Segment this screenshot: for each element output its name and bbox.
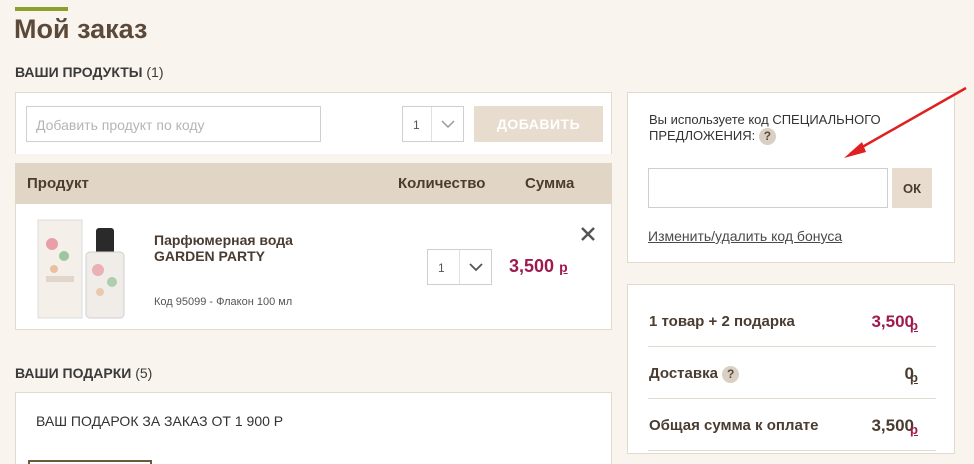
gifts-section-heading: ВАШИ ПОДАРКИ (5) (15, 365, 152, 381)
add-product-button[interactable]: ДОБАВИТЬ (474, 106, 603, 142)
products-section-heading: ВАШИ ПРОДУКТЫ (1) (15, 64, 164, 80)
product-qty-value: 1 (438, 261, 445, 275)
product-price-currency: р (559, 259, 568, 275)
products-section-title: ВАШИ ПРОДУКТЫ (15, 64, 143, 80)
product-image[interactable] (34, 214, 130, 322)
add-qty-value: 1 (413, 118, 420, 132)
title-accent-bar (15, 7, 68, 11)
summary-total-row: Общая сумма к оплате 3,500 р (648, 399, 936, 451)
product-row: Парфюмерная вода GARDEN PARTY Код 95099 … (15, 204, 612, 330)
promo-ok-button[interactable]: ОК (892, 168, 932, 208)
products-table-header: Продукт Количество Сумма (15, 163, 612, 204)
product-price-value: 3,500 (509, 256, 555, 276)
chevron-down-icon (431, 107, 463, 141)
help-icon[interactable]: ? (722, 365, 740, 383)
summary-delivery-label-wrap: Доставка ? (649, 365, 740, 383)
change-bonus-code-link[interactable]: Изменить/удалить код бонуса (648, 228, 842, 244)
summary-items-label: 1 товар + 2 подарка (649, 313, 795, 330)
col-sum: Сумма (525, 175, 575, 192)
promo-code-input[interactable] (648, 168, 888, 208)
page-title: Мой заказ (14, 14, 148, 44)
product-code: Код 95099 - Флакон 100 мл (154, 296, 293, 308)
add-product-code-input[interactable]: Добавить продукт по коду (26, 106, 321, 142)
summary-items-amount: 3,500 (871, 312, 914, 331)
products-count: (1) (146, 64, 164, 80)
add-product-panel: Добавить продукт по коду 1 ДОБАВИТЬ (15, 92, 612, 154)
summary-items-row: 1 товар + 2 подарка 3,500 р (648, 295, 936, 347)
product-name[interactable]: Парфюмерная вода GARDEN PARTY (154, 232, 354, 264)
product-qty-select[interactable]: 1 (427, 249, 492, 285)
gifts-section-title: ВАШИ ПОДАРКИ (15, 365, 132, 381)
summary-total-currency: р (910, 422, 918, 437)
add-qty-select[interactable]: 1 (402, 106, 464, 142)
summary-delivery-label: Доставка (649, 365, 718, 382)
gifts-count: (5) (135, 365, 153, 381)
chevron-down-icon (459, 250, 491, 284)
summary-total-amount: 3,500 (871, 416, 914, 435)
summary-items-currency: р (910, 318, 918, 333)
product-name-line2: GARDEN PARTY (154, 248, 265, 264)
gifts-panel: ВАШ ПОДАРОК ЗА ЗАКАЗ ОТ 1 900 Р (15, 392, 612, 464)
col-quantity: Количество (398, 175, 486, 192)
summary-delivery-currency: р (910, 370, 918, 385)
gift-threshold-text: ВАШ ПОДАРОК ЗА ЗАКАЗ ОТ 1 900 Р (36, 413, 284, 429)
summary-delivery-row: Доставка ? 0 р (648, 347, 936, 399)
col-product: Продукт (27, 175, 89, 192)
product-price: 3,500 р (509, 256, 568, 277)
summary-total-label: Общая сумма к оплате (649, 417, 819, 434)
promo-label-line2: ПРЕДЛОЖЕНИЯ: (649, 128, 756, 143)
product-name-line1: Парфюмерная вода (154, 232, 293, 248)
red-annotation-arrow-icon (844, 86, 967, 158)
remove-product-close-icon[interactable] (580, 226, 596, 242)
order-summary-panel: 1 товар + 2 подарка 3,500 р Доставка ? 0… (627, 284, 955, 454)
help-icon[interactable]: ? (758, 128, 776, 146)
gift-choose-button[interactable] (28, 460, 152, 464)
